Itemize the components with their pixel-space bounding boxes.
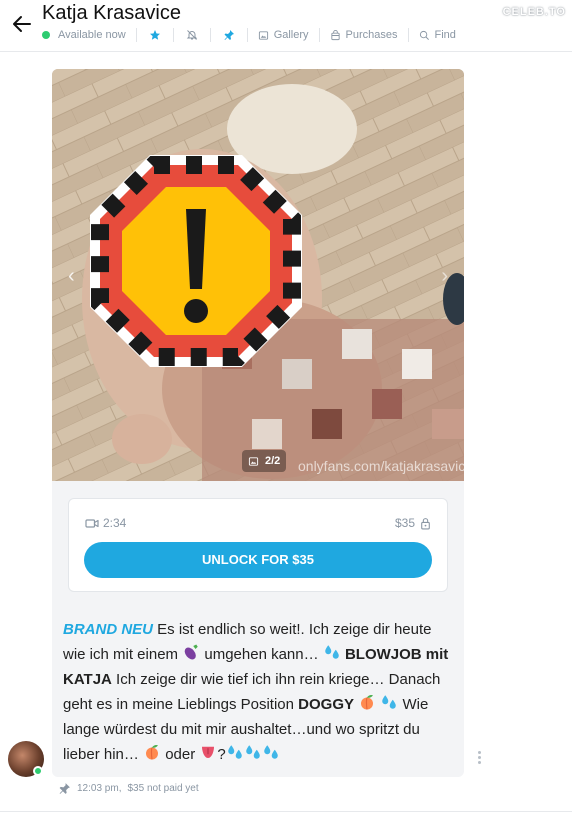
tab-find[interactable]: Find bbox=[419, 29, 456, 41]
bag-icon bbox=[330, 29, 340, 40]
mute-notifications-icon[interactable] bbox=[184, 27, 200, 43]
pin-icon[interactable] bbox=[221, 27, 237, 43]
chat-header: Katja Krasavice Available now Gallery Pu… bbox=[0, 0, 572, 52]
sweat-droplets-emoji-icon bbox=[382, 695, 397, 709]
content-price-value: $35 bbox=[394, 516, 415, 530]
search-icon bbox=[419, 30, 429, 40]
eggplant-emoji-icon bbox=[184, 644, 198, 660]
availability-status: Available now bbox=[58, 29, 126, 41]
sweat-droplets-emoji-icon bbox=[246, 745, 260, 759]
pin-icon[interactable] bbox=[58, 782, 71, 795]
message-highlight: BRAND NEU bbox=[63, 621, 153, 638]
site-watermark: CELEB.TO bbox=[502, 6, 566, 18]
media-counter-value: 2/2 bbox=[265, 455, 281, 467]
warning-stop-icon bbox=[90, 155, 302, 367]
image-icon bbox=[258, 30, 268, 40]
message-text-part: oder bbox=[161, 746, 200, 763]
lock-icon bbox=[421, 517, 430, 529]
image-icon bbox=[248, 456, 259, 466]
content-price: $35 bbox=[395, 516, 431, 530]
media-preview[interactable]: ‹ › 2/2 onlyfans.com/katjakrasavice bbox=[52, 69, 464, 481]
message-bold-text: DOGGY bbox=[298, 696, 354, 713]
tab-find-label: Find bbox=[434, 29, 456, 41]
previous-media-chevron-icon[interactable]: ‹ bbox=[68, 265, 75, 288]
video-duration-value: 2:34 bbox=[103, 516, 127, 530]
online-status-dot bbox=[33, 766, 43, 776]
video-camera-icon bbox=[85, 518, 99, 528]
sweat-droplets-emoji-icon bbox=[228, 745, 242, 759]
back-arrow-icon[interactable] bbox=[10, 12, 34, 36]
message-text: BRAND NEU Es ist endlich so weit!. Ich z… bbox=[63, 617, 455, 767]
message-text-part: umgehen kann… bbox=[200, 646, 323, 663]
more-options-icon[interactable] bbox=[478, 751, 482, 767]
header-toolbar: Available now Gallery Purchases Find bbox=[42, 27, 456, 43]
chat-title[interactable]: Katja Krasavice bbox=[42, 2, 181, 25]
peach-emoji-icon bbox=[361, 694, 374, 710]
favorite-star-icon[interactable] bbox=[147, 27, 163, 43]
tab-gallery[interactable]: Gallery bbox=[258, 29, 309, 41]
peach-emoji-icon bbox=[146, 744, 159, 760]
message-meta: 12:03 pm, $35 not paid yet bbox=[58, 780, 199, 796]
sweat-droplets-emoji-icon bbox=[264, 745, 278, 759]
message-text-part: ? bbox=[217, 746, 226, 763]
tab-purchases[interactable]: Purchases bbox=[330, 29, 398, 41]
tongue-emoji-icon bbox=[202, 746, 215, 758]
locked-content-box: 2:34 $35 UNLOCK FOR $35 bbox=[68, 498, 448, 592]
message-time: 12:03 pm, bbox=[77, 782, 122, 794]
payment-status: $35 not paid yet bbox=[127, 782, 199, 794]
online-status-dot bbox=[42, 31, 50, 39]
media-counter: 2/2 bbox=[242, 450, 287, 472]
message-bubble: ‹ › 2/2 onlyfans.com/katjakrasavice 2:34… bbox=[52, 69, 464, 777]
tab-purchases-label: Purchases bbox=[345, 29, 398, 41]
unlock-button[interactable]: UNLOCK FOR $35 bbox=[84, 542, 432, 578]
media-watermark: onlyfans.com/katjakrasavice bbox=[298, 458, 464, 474]
sweat-droplets-emoji-icon bbox=[325, 645, 339, 659]
next-media-chevron-icon[interactable]: › bbox=[441, 265, 448, 288]
tab-gallery-label: Gallery bbox=[273, 29, 309, 41]
video-duration: 2:34 bbox=[85, 516, 126, 530]
